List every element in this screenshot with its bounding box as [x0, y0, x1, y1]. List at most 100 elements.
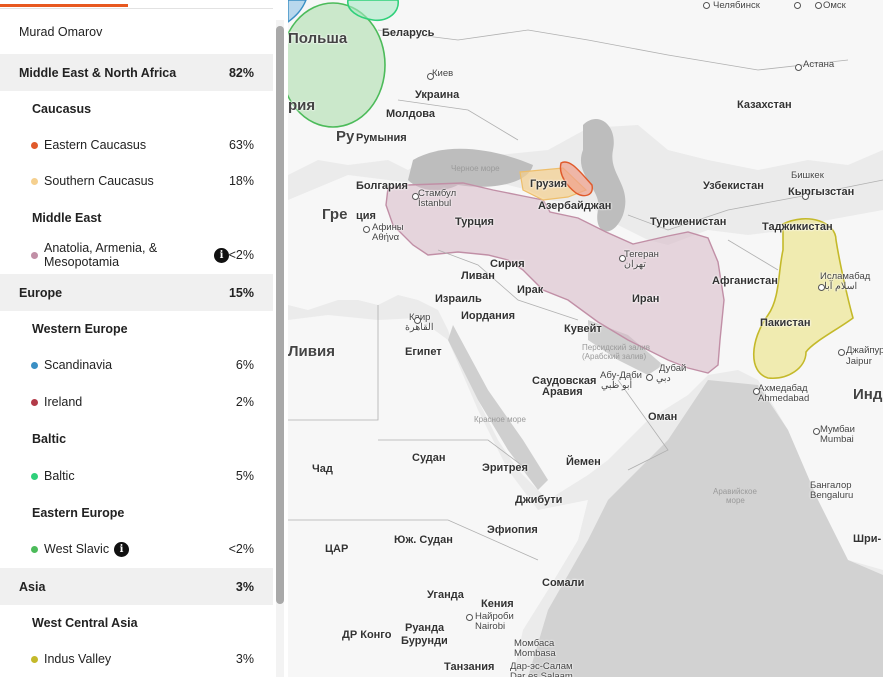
map-label: Сирия	[490, 258, 525, 270]
map-label: Джайпур	[846, 345, 883, 356]
map-label: Беларусь	[382, 27, 435, 39]
row-label: West Slavic	[44, 542, 110, 556]
city-marker-icon	[753, 388, 760, 395]
subregion-row-baltic[interactable]: Baltic	[0, 421, 273, 457]
map-label: Киев	[432, 68, 454, 79]
row-percentage: 3%	[235, 652, 254, 666]
row-percentage: 15%	[228, 285, 254, 300]
color-swatch	[31, 545, 38, 553]
subregion-row-eastern-europe[interactable]: Eastern Europe	[0, 495, 273, 531]
ancestry-item-scandinavia[interactable]: Scandinavia 6%	[0, 347, 273, 383]
map-label: Красное море	[474, 415, 526, 424]
row-label: Baltic	[32, 432, 67, 446]
city-marker-icon	[795, 64, 802, 71]
city-marker-icon	[838, 349, 845, 356]
map-label: أبو ظبي	[601, 380, 633, 391]
ancestry-item-southern-caucasus[interactable]: Southern Caucasus 18%	[0, 163, 273, 199]
map-label: Аравия	[542, 386, 583, 398]
region-row-middle-east-north-africa[interactable]: Middle East & North Africa 82%	[0, 54, 273, 91]
ancestry-item-eastern-caucasus[interactable]: Eastern Caucasus 63%	[0, 127, 273, 163]
map-label: Юж. Судан	[394, 534, 453, 546]
color-swatch	[31, 398, 38, 406]
user-name: Murad Omarov	[19, 25, 103, 39]
row-label-line1: Anatolia, Armenia, &	[44, 241, 158, 255]
row-percentage: 6%	[235, 358, 254, 372]
ancestry-item-baltic[interactable]: Baltic 5%	[0, 458, 273, 494]
map-label: اسلام آباد	[820, 281, 858, 292]
row-label: Asia	[19, 579, 46, 594]
row-label: Ireland	[44, 395, 83, 409]
map-label: Болгария	[356, 180, 408, 192]
panel-divider	[0, 8, 273, 9]
city-marker-icon	[813, 428, 820, 435]
city-marker-icon	[815, 2, 822, 9]
map-label: Румыния	[356, 132, 407, 144]
subregion-row-west-central-asia[interactable]: West Central Asia	[0, 605, 273, 641]
map-label: Пакистан	[760, 317, 811, 329]
map-canvas	[288, 0, 883, 677]
row-percentage: 18%	[228, 174, 254, 188]
map-label: Украина	[415, 89, 460, 101]
map-label: Кыргызстан	[788, 186, 855, 198]
map-label: Гре	[322, 206, 348, 223]
subregion-row-caucasus[interactable]: Caucasus	[0, 91, 273, 127]
city-marker-icon	[414, 317, 421, 324]
region-row-europe[interactable]: Europe 15%	[0, 274, 273, 311]
map-label: Челябинск	[713, 0, 760, 11]
subregion-row-middle-east[interactable]: Middle East	[0, 200, 273, 236]
info-icon[interactable]: i	[114, 541, 129, 557]
map-label: Ливан	[461, 270, 495, 282]
map-label: (Арабский залив)	[582, 352, 647, 361]
ancestry-item-anatolia-armenia[interactable]: Anatolia, Armenia, & Mesopotamia i <2%	[0, 237, 273, 273]
map-label: Танзания	[444, 661, 495, 673]
map-label: ция	[356, 210, 376, 222]
scrollbar-thumb[interactable]	[276, 26, 284, 604]
color-swatch	[31, 251, 38, 259]
map-label: Шри-	[853, 533, 882, 545]
map-label: Польша	[288, 30, 348, 47]
city-marker-icon	[619, 255, 626, 262]
map-label: Персидский залив	[582, 343, 650, 352]
row-label: West Central Asia	[32, 616, 138, 630]
row-label: Eastern Caucasus	[44, 138, 147, 152]
region-row-asia[interactable]: Asia 3%	[0, 568, 273, 605]
map-label: İstanbul	[418, 198, 452, 209]
map-label: Афганистан	[712, 275, 778, 287]
map-label: Ливия	[288, 343, 335, 360]
row-percentage: 2%	[235, 395, 254, 409]
map-label: Mombasa	[514, 648, 556, 659]
color-swatch	[31, 177, 38, 185]
row-percentage: <2%	[228, 248, 254, 262]
map-label: Египет	[405, 346, 442, 358]
color-swatch	[31, 472, 38, 480]
row-label-line2: Mesopotamia	[44, 255, 120, 269]
map-label: море	[726, 496, 745, 505]
color-swatch	[31, 141, 38, 149]
ancestry-map[interactable]: Польша рия Ру Гре Ливия Беларусь Киев Украина Мо…	[288, 0, 883, 677]
map-label: Mumbai	[820, 434, 854, 445]
info-icon[interactable]: i	[214, 247, 229, 263]
ancestry-item-ireland[interactable]: Ireland 2%	[0, 384, 273, 420]
ancestry-item-west-slavic[interactable]: West Slavic i <2%	[0, 531, 273, 567]
map-label: ДР Конго	[342, 629, 392, 641]
city-marker-icon	[412, 193, 419, 200]
map-label: Казахстан	[737, 99, 792, 111]
map-label: Оман	[648, 411, 678, 423]
map-label: Израиль	[435, 293, 482, 305]
row-label: Anatolia, Armenia, & Mesopotamia	[44, 241, 157, 269]
map-label: Ahmedabad	[758, 393, 810, 404]
city-marker-icon	[802, 193, 809, 200]
ancestry-item-indus-valley[interactable]: Indus Valley 3%	[0, 641, 273, 677]
row-percentage: 82%	[228, 65, 254, 80]
map-label: Узбекистан	[703, 180, 764, 192]
map-label: Йемен	[566, 456, 601, 468]
map-label: Dar es Salaam	[510, 671, 573, 677]
row-label: Western Europe	[32, 322, 128, 336]
map-label: Азербайджан	[538, 200, 612, 212]
row-percentage: 5%	[235, 469, 254, 483]
map-label: рия	[288, 97, 316, 114]
map-label: Иран	[632, 293, 660, 305]
row-percentage: <2%	[228, 542, 254, 556]
subregion-row-western-europe[interactable]: Western Europe	[0, 311, 273, 347]
city-marker-icon	[427, 73, 434, 80]
